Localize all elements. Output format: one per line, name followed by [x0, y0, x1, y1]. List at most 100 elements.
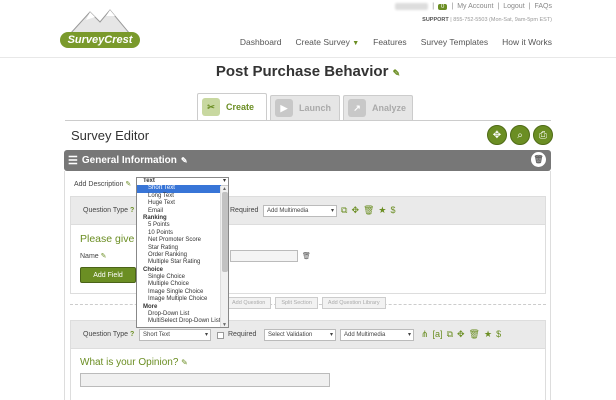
- dropdown-option[interactable]: 10 Points: [137, 230, 221, 237]
- chevron-down-icon[interactable]: ▼: [222, 322, 227, 327]
- help-icon: ?: [129, 331, 135, 338]
- star-icon[interactable]: ★: [484, 329, 492, 340]
- dropdown-option[interactable]: Long Text: [137, 193, 221, 200]
- dropdown-option[interactable]: Multiple Choice: [137, 281, 221, 288]
- star-icon[interactable]: ★: [378, 205, 386, 216]
- user-name[interactable]: Account: [394, 3, 429, 10]
- pencil-icon[interactable]: ✎: [101, 253, 107, 260]
- insert-buttons: Add Question Split Section Add Question …: [226, 297, 386, 309]
- dropdown-group-label: Choice: [143, 266, 164, 273]
- dropdown-option[interactable]: Image Multiple Choice: [137, 296, 221, 303]
- question-type-select[interactable]: Short Text: [139, 329, 211, 341]
- tab-launch[interactable]: ▶ Launch: [270, 95, 340, 120]
- dropdown-group-label: Text: [143, 178, 155, 184]
- chart-icon: ↗: [348, 99, 366, 117]
- required-checkbox[interactable]: [217, 332, 224, 339]
- copy-icon[interactable]: ⧉: [341, 205, 347, 216]
- my-account-link[interactable]: My Account: [457, 3, 493, 10]
- support-text: | 855-752-5503 (Mon-Sat, 9am-5pm EST): [450, 17, 552, 23]
- nav-survey-templates[interactable]: Survey Templates: [421, 37, 488, 47]
- dropdown-option[interactable]: Star Rating: [137, 245, 221, 252]
- site-header: SurveyCrest Account | 0 | My Account | L…: [0, 0, 616, 58]
- question-text[interactable]: What is your Opinion? ✎: [80, 357, 188, 368]
- question-type-label: Question Type ?: [83, 207, 134, 214]
- dropdown-option[interactable]: Drop-Down List: [137, 311, 221, 318]
- print-icon[interactable]: ⎙: [533, 125, 553, 145]
- section-title: General Information: [81, 155, 177, 166]
- dollar-icon[interactable]: $: [391, 205, 396, 216]
- add-description-label: Add Description: [74, 181, 124, 188]
- question-actions: ⧉ ✥ 🗑 ★ $: [341, 205, 396, 216]
- trash-icon[interactable]: 🗑: [302, 252, 311, 260]
- logo-text: SurveyCrest: [60, 32, 140, 48]
- dropdown-option[interactable]: Email: [137, 208, 221, 215]
- nav-create-survey-label: Create Survey: [295, 37, 350, 47]
- trash-icon[interactable]: 🗑: [363, 205, 374, 216]
- tools-icon: ✂: [202, 98, 220, 116]
- add-field-button[interactable]: Add Field: [80, 267, 136, 283]
- dropdown-option[interactable]: 5 Points: [137, 222, 221, 229]
- move-icon[interactable]: ✥: [487, 125, 507, 145]
- survey-title: Post Purchase Behavior: [215, 63, 389, 80]
- nav-create-survey[interactable]: Create Survey ▼: [295, 37, 359, 47]
- main-nav: Dashboard Create Survey ▼ Features Surve…: [240, 37, 552, 47]
- dropdown-option[interactable]: MultiSelect Drop-Down List: [137, 318, 221, 325]
- nav-how-it-works[interactable]: How it Works: [502, 37, 552, 47]
- dropdown-option[interactable]: Multiple Star Rating: [137, 259, 221, 266]
- notification-badge[interactable]: 0: [438, 3, 448, 10]
- tab-create[interactable]: ✂ Create: [197, 93, 267, 120]
- logo[interactable]: SurveyCrest: [60, 6, 140, 50]
- support-label: SUPPORT: [422, 17, 449, 23]
- nav-dashboard[interactable]: Dashboard: [240, 37, 282, 47]
- tab-launch-label: Launch: [299, 103, 332, 113]
- piping-icon[interactable]: [a]: [433, 329, 443, 340]
- chevron-down-icon: ▼: [352, 40, 360, 47]
- faqs-link[interactable]: FAQs: [534, 3, 552, 10]
- editor-tabs: ✂ Create ▶ Launch ↗ Analyze: [197, 93, 413, 120]
- trash-icon[interactable]: 🗑: [531, 152, 546, 167]
- help-icon: ?: [129, 207, 135, 214]
- dropdown-option[interactable]: Huge Text: [137, 200, 221, 207]
- menu-icon[interactable]: ☰: [68, 154, 78, 167]
- question-type-dropdown[interactable]: TextShort TextLong TextHuge TextEmailRan…: [136, 177, 229, 328]
- pencil-icon[interactable]: ✎: [393, 68, 401, 78]
- trash-icon[interactable]: 🗑: [469, 329, 480, 340]
- nav-features[interactable]: Features: [373, 37, 407, 47]
- move-icon[interactable]: ✥: [351, 205, 359, 216]
- question-type-text: Question Type: [83, 331, 129, 338]
- add-description[interactable]: Add Description ✎: [74, 180, 131, 188]
- dropdown-option[interactable]: Net Promoter Score: [137, 237, 221, 244]
- dropdown-group-label: More: [143, 303, 158, 310]
- dropdown-option[interactable]: Short Text: [137, 185, 221, 193]
- multimedia-select[interactable]: Add Multimedia: [340, 329, 414, 341]
- name-field[interactable]: [230, 250, 298, 262]
- dollar-icon[interactable]: $: [496, 329, 501, 340]
- editor-title: Survey Editor: [71, 128, 150, 143]
- dropdown-option[interactable]: Single Choice: [137, 274, 221, 281]
- scrollbar-thumb[interactable]: [222, 192, 228, 272]
- dropdown-option[interactable]: Order Ranking: [137, 252, 221, 259]
- multimedia-select[interactable]: Add Multimedia: [263, 205, 337, 217]
- pencil-icon: ✎: [125, 181, 132, 188]
- tab-analyze-label: Analyze: [372, 103, 407, 113]
- dropdown-option[interactable]: Image Single Choice: [137, 289, 221, 296]
- top-links: Account | 0 | My Account | Logout | FAQs: [394, 3, 552, 10]
- split-section-button[interactable]: Split Section: [275, 297, 318, 309]
- add-question-button[interactable]: Add Question: [226, 297, 272, 309]
- pencil-icon[interactable]: ✎: [181, 358, 188, 367]
- question-text[interactable]: Please give y: [80, 233, 142, 245]
- dropdown-options: Text Short Text Long Text Huge Text Email Ran…: [137, 178, 221, 326]
- validation-select[interactable]: Select Validation: [264, 329, 336, 341]
- dropdown-scrollbar[interactable]: ▲ ▼: [220, 186, 228, 327]
- move-icon[interactable]: ✥: [457, 329, 465, 340]
- section-header[interactable]: ☰ General Information ✎ 🗑: [64, 150, 551, 171]
- logout-link[interactable]: Logout: [503, 3, 524, 10]
- preview-icon[interactable]: ⌕: [510, 125, 530, 145]
- tree-icon[interactable]: ⋔: [421, 329, 429, 340]
- tab-analyze[interactable]: ↗ Analyze: [343, 95, 413, 120]
- pencil-icon[interactable]: ✎: [181, 156, 188, 165]
- copy-icon[interactable]: ⧉: [447, 329, 453, 340]
- required-label: Required: [230, 207, 259, 214]
- add-question-library-button[interactable]: Add Question Library: [321, 297, 386, 309]
- question-text-label: What is your Opinion?: [80, 357, 179, 368]
